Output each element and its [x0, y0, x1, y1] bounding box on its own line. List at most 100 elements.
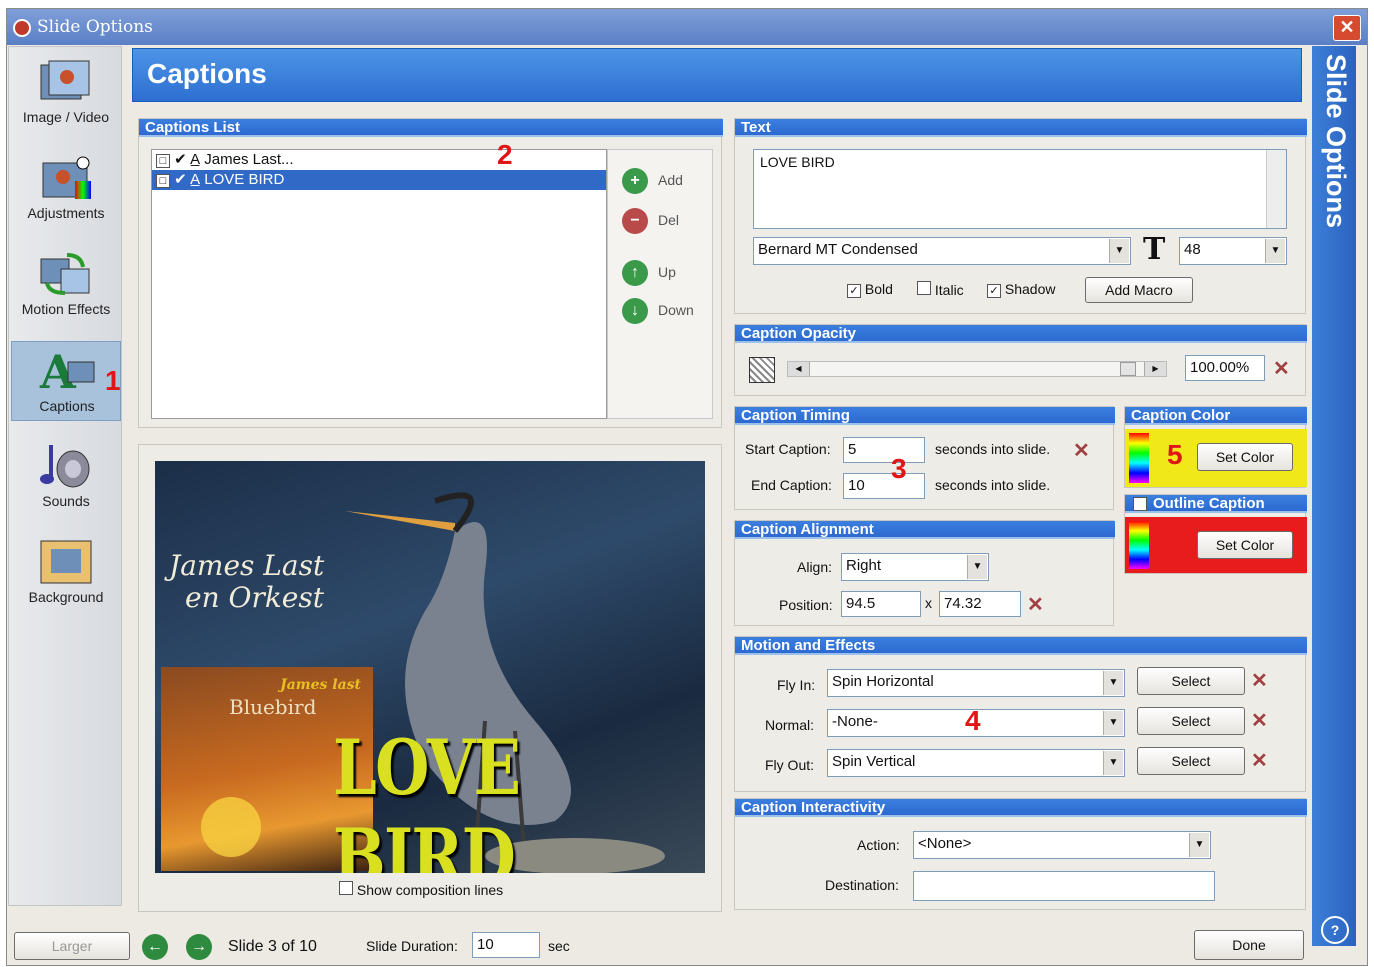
- fly-out-value: Spin Vertical: [832, 753, 916, 770]
- font-size-select[interactable]: 48 ▼: [1179, 237, 1287, 265]
- start-caption-input[interactable]: 5: [843, 437, 925, 463]
- delete-button[interactable]: − Del: [622, 208, 712, 236]
- up-button[interactable]: ↑ Up: [622, 260, 712, 288]
- sun-shape: [201, 797, 261, 857]
- outline-caption-panel: Outline Caption Set Color: [1124, 494, 1307, 574]
- slide-counter: Slide 3 of 10: [228, 938, 317, 955]
- plus-icon: +: [622, 168, 648, 194]
- preview-caption-text[interactable]: LOVE BIRD: [333, 723, 638, 873]
- arrow-right-icon[interactable]: ▶: [1144, 362, 1166, 376]
- chevron-down-icon: ▼: [1265, 239, 1285, 263]
- sidebar-item-motion-effects[interactable]: Motion Effects: [11, 245, 121, 325]
- outline-color-swatch: Set Color: [1125, 517, 1307, 573]
- duration-unit: sec: [548, 938, 570, 954]
- fly-in-select[interactable]: Spin Horizontal ▼: [827, 669, 1125, 697]
- clear-icon[interactable]: ✕: [1073, 441, 1090, 461]
- annotation-marker: 4: [965, 705, 981, 736]
- checkbox-icon: ✓: [847, 284, 861, 298]
- action-select[interactable]: <None> ▼: [913, 831, 1211, 859]
- opacity-value-input[interactable]: 100.00%: [1185, 355, 1265, 381]
- sidebar-item-background[interactable]: Background: [11, 533, 121, 613]
- normal-select-button[interactable]: Select: [1137, 707, 1245, 735]
- arrow-left-icon[interactable]: ←: [142, 934, 168, 960]
- sidebar: Image / Video Adjustments Motion Effects…: [8, 46, 122, 906]
- help-icon[interactable]: ?: [1321, 916, 1349, 944]
- clear-icon[interactable]: ✕: [1251, 711, 1268, 731]
- arrow-right-icon[interactable]: →: [186, 934, 212, 960]
- chevron-down-icon: ▼: [1103, 711, 1123, 735]
- sidebar-item-label: Sounds: [42, 493, 90, 509]
- show-composition-lines[interactable]: Show composition lines: [339, 881, 503, 898]
- add-macro-button[interactable]: Add Macro: [1085, 277, 1193, 303]
- text-scrollbar[interactable]: [1266, 150, 1286, 228]
- sidebar-item-image-video[interactable]: Image / Video: [11, 53, 121, 133]
- slide-duration-input[interactable]: 10: [472, 932, 540, 958]
- fly-out-select[interactable]: Spin Vertical ▼: [827, 749, 1125, 777]
- set-caption-color-button[interactable]: Set Color: [1197, 443, 1293, 471]
- fly-in-value: Spin Horizontal: [832, 673, 934, 690]
- list-item-selected[interactable]: □ ✔ A̲ LOVE BIRD: [152, 170, 606, 190]
- shadow-label: Shadow: [1004, 281, 1056, 297]
- album-title: Bluebird: [229, 695, 317, 719]
- outline-caption-checkbox[interactable]: [1133, 497, 1147, 511]
- align-select[interactable]: Right ▼: [841, 553, 989, 581]
- checkbox-icon[interactable]: [339, 881, 353, 895]
- action-value: <None>: [918, 835, 972, 852]
- show-lines-label: Show composition lines: [356, 882, 504, 898]
- motion-effects-panel: Motion and Effects Fly In: Spin Horizont…: [734, 636, 1307, 792]
- color-spectrum-icon: [1129, 433, 1149, 483]
- checkbox-icon[interactable]: □: [156, 154, 170, 168]
- caption-color-swatch: Set Color: [1125, 429, 1307, 487]
- right-bar-title: Slide Options: [1321, 54, 1351, 229]
- bold-checkbox[interactable]: ✓ Bold: [847, 281, 893, 298]
- fly-out-select-button[interactable]: Select: [1137, 747, 1245, 775]
- opacity-slider-track[interactable]: ◀ ▶: [787, 361, 1167, 377]
- list-item[interactable]: □ ✔ A̲ James Last...: [152, 150, 606, 170]
- interactivity-panel: Caption Interactivity Action: <None> ▼ De…: [734, 798, 1307, 910]
- fly-in-select-button[interactable]: Select: [1137, 667, 1245, 695]
- checkbox-icon[interactable]: □: [156, 174, 170, 188]
- footer-bar: Larger ← → Slide 3 of 10 Slide Duration:…: [8, 920, 1308, 964]
- text-type-icon: A̲: [190, 171, 201, 188]
- position-label: Position:: [779, 597, 833, 613]
- align-value: Right: [846, 557, 882, 574]
- opacity-slider-thumb[interactable]: [1120, 362, 1136, 376]
- annotation-marker: 2: [497, 139, 513, 170]
- arrow-left-icon[interactable]: ◀: [788, 362, 810, 376]
- font-size-value: 48: [1184, 241, 1201, 258]
- destination-input[interactable]: [913, 871, 1215, 901]
- italic-checkbox[interactable]: Italic: [917, 281, 964, 298]
- shadow-checkbox[interactable]: ✓ Shadow: [987, 281, 1055, 298]
- text-panel: Text LOVE BIRD Bernard MT Condensed ▼ T 4…: [734, 118, 1307, 314]
- outline-caption-label: Outline Caption: [1153, 495, 1265, 512]
- sidebar-item-label: Adjustments: [27, 205, 105, 221]
- list-item-label: James Last...: [204, 151, 294, 168]
- add-button[interactable]: + Add: [622, 168, 712, 196]
- close-button[interactable]: ✕: [1333, 15, 1361, 41]
- larger-button[interactable]: Larger: [14, 932, 130, 960]
- set-outline-color-button[interactable]: Set Color: [1197, 531, 1293, 559]
- position-y-input[interactable]: 74.32: [939, 591, 1021, 617]
- done-button[interactable]: Done: [1194, 930, 1304, 960]
- alignment-panel: Caption Alignment Align: Right ▼ Position…: [734, 520, 1115, 626]
- title-bar: Slide Options ✕: [7, 9, 1367, 45]
- clear-icon[interactable]: ✕: [1027, 595, 1044, 615]
- chevron-down-icon: ▼: [1103, 671, 1123, 695]
- clear-icon[interactable]: ✕: [1251, 671, 1268, 691]
- sidebar-item-adjustments[interactable]: Adjustments: [11, 149, 121, 229]
- caption-text-area[interactable]: LOVE BIRD: [753, 149, 1287, 229]
- down-button[interactable]: ↓ Down: [622, 298, 712, 326]
- position-x-input[interactable]: 94.5: [841, 591, 921, 617]
- clear-icon[interactable]: ✕: [1251, 751, 1268, 771]
- end-caption-input[interactable]: 10: [843, 473, 925, 499]
- fly-in-label: Fly In:: [777, 677, 816, 693]
- timing-header: Caption Timing: [735, 407, 1115, 425]
- chevron-down-icon: ▼: [967, 555, 987, 579]
- start-suffix: seconds into slide.: [935, 441, 1051, 457]
- clear-icon[interactable]: ✕: [1273, 359, 1290, 379]
- font-select[interactable]: Bernard MT Condensed ▼: [753, 237, 1131, 265]
- sounds-icon: [40, 445, 90, 488]
- minus-icon: −: [622, 208, 648, 234]
- fly-out-label: Fly Out:: [765, 757, 815, 773]
- sidebar-item-sounds[interactable]: Sounds: [11, 437, 121, 517]
